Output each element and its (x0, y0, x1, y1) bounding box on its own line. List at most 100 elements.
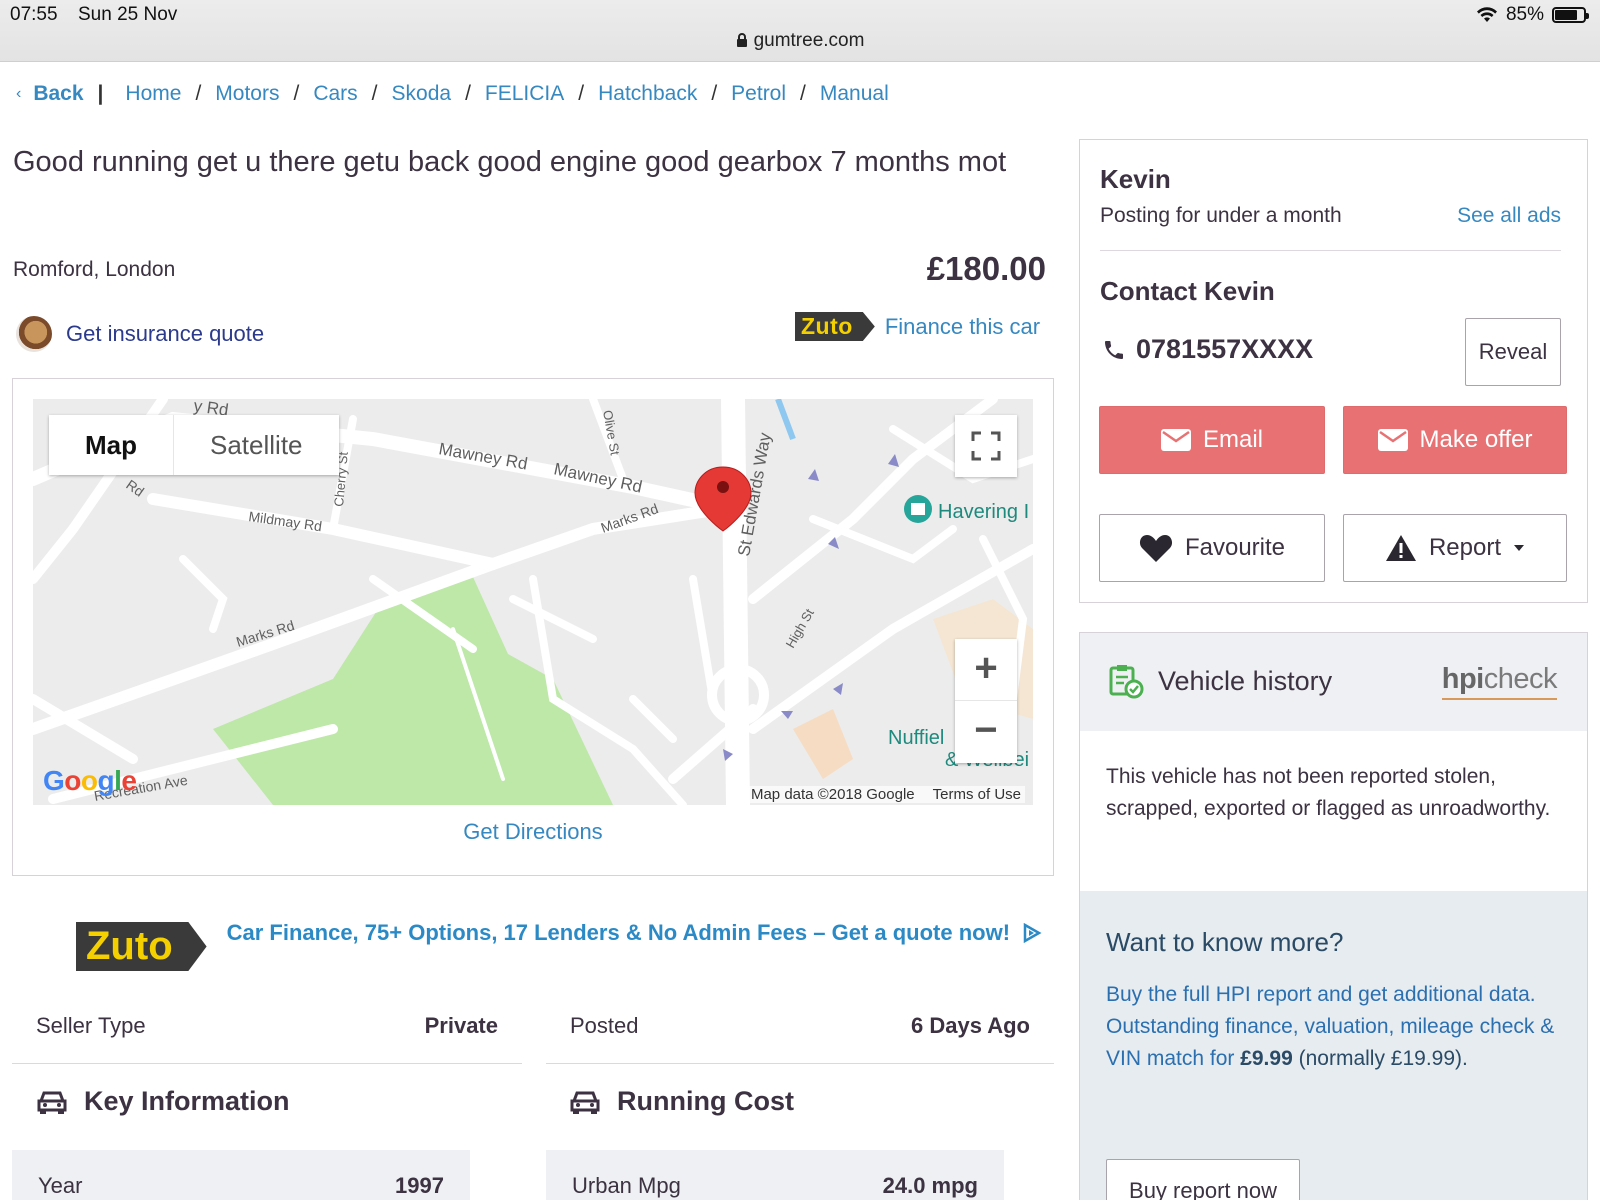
envelope-icon (1160, 429, 1191, 451)
car-icon (37, 1091, 67, 1114)
url-text: gumtree.com (753, 30, 865, 51)
key-info-row: Year 1997 (12, 1150, 470, 1200)
status-bar: 07:55 Sun 25 Nov 85% gumtree.com (0, 0, 1600, 62)
get-directions-link[interactable]: Get Directions (13, 819, 1053, 845)
breadcrumb-separator: / (195, 82, 202, 105)
report-button[interactable]: Report (1343, 514, 1567, 582)
key-information-title: Key Information (84, 1086, 290, 1116)
favourite-button[interactable]: Favourite (1099, 514, 1325, 582)
buy-report-button[interactable]: Buy report now (1106, 1159, 1300, 1200)
breadcrumb-petrol[interactable]: Petrol (731, 82, 786, 106)
map-poi-nuffield: Nuffiel (888, 727, 944, 749)
posted-label: Posted (570, 1013, 639, 1038)
breadcrumb-motors[interactable]: Motors (215, 82, 279, 106)
battery-icon (1552, 7, 1589, 23)
seller-name: Kevin (1100, 164, 1171, 194)
vehicle-history-card: Vehicle history hpicheck This vehicle ha… (1079, 632, 1588, 1200)
hpi-upsell-line-2: Outstanding finance, valuation, mileage … (1106, 1011, 1556, 1075)
breadcrumb-separator: / (800, 82, 806, 105)
hpi-upsell-text: Buy the full HPI report and get addition… (1106, 979, 1556, 1075)
url-bar[interactable]: gumtree.com (0, 30, 1600, 52)
zuto-finance-banner[interactable]: Zuto Car Finance, 75+ Options, 17 Lender… (76, 920, 1043, 971)
map-type-toggle: Map Satellite (49, 415, 339, 475)
seller-type-label: Seller Type (36, 1013, 146, 1038)
google-map[interactable]: Mawney Rd Mawney Rd Mildmay Rd Marks Rd … (33, 399, 1033, 805)
envelope-icon (1377, 429, 1408, 451)
make-offer-button-label: Make offer (1419, 426, 1533, 453)
hpi-check-logo: hpicheck (1441, 663, 1558, 700)
running-cost-heading: Running Cost (569, 1086, 794, 1117)
running-cost-label: Urban Mpg (572, 1173, 681, 1198)
zuto-logo: Zuto (795, 312, 875, 341)
zoom-out-button[interactable]: − (955, 701, 1017, 763)
seller-type-row: Seller Type Private (12, 1000, 522, 1064)
zuto-banner-logo: Zuto (76, 922, 207, 971)
zoom-in-button[interactable]: + (955, 639, 1017, 701)
breadcrumb: ‹ Back | Home / Motors / Cars / Skoda / FELI… (16, 82, 889, 106)
phone-number: 0781557XXXX (1102, 334, 1313, 365)
map-data-credit: Map data ©2018 Google (750, 786, 915, 803)
breadcrumb-pipe: | (97, 82, 104, 105)
breadcrumb-separator: / (293, 82, 300, 105)
finance-this-car-label: Finance this car (884, 313, 1041, 339)
zoom-controls: + − (955, 639, 1017, 763)
breadcrumb-cars[interactable]: Cars (313, 82, 357, 106)
reveal-phone-button[interactable]: Reveal (1465, 318, 1561, 386)
warning-icon (1385, 535, 1416, 561)
finance-this-car-link[interactable]: Zuto Finance this car (795, 312, 1040, 341)
hpi-logo-light: check (1483, 663, 1558, 695)
make-offer-button[interactable]: Make offer (1343, 406, 1567, 474)
posted-value: 6 Days Ago (910, 1013, 1030, 1038)
google-logo: Google (43, 765, 137, 796)
clipboard-check-icon (1109, 665, 1144, 699)
running-cost-row: Urban Mpg 24.0 mpg (546, 1150, 1004, 1200)
status-time: 07:55 (10, 4, 58, 25)
map-tab[interactable]: Map (49, 415, 173, 475)
contact-title: Contact Kevin (1100, 276, 1275, 306)
breadcrumb-home[interactable]: Home (125, 82, 181, 106)
posted-row: Posted 6 Days Ago (546, 1000, 1054, 1064)
hpi-logo-bold: hpi (1441, 663, 1485, 695)
breadcrumb-manual[interactable]: Manual (820, 82, 889, 106)
car-icon (570, 1091, 600, 1114)
adchoices-icon (1023, 922, 1042, 943)
fullscreen-icon (971, 431, 1001, 461)
listing-title: Good running get u there getu back good … (13, 146, 1007, 178)
breadcrumb-hatchback[interactable]: Hatchback (598, 82, 697, 106)
map-poi-havering: Havering I (938, 501, 1029, 523)
lock-icon (736, 33, 747, 47)
insurance-quote-label: Get insurance quote (66, 321, 265, 346)
breadcrumb-felicia[interactable]: FELICIA (485, 82, 564, 106)
zuto-banner-text: Car Finance, 75+ Options, 17 Lenders & N… (227, 920, 1043, 946)
seller-posting-duration: Posting for under a month (1100, 204, 1342, 227)
vehicle-history-status: This vehicle has not been reported stole… (1106, 765, 1551, 820)
meerkat-avatar-icon (16, 316, 52, 352)
report-button-label: Report (1428, 534, 1502, 561)
running-cost-value: 24.0 mpg (882, 1173, 978, 1198)
zuto-banner-copy: Car Finance, 75+ Options, 17 Lenders & N… (226, 919, 1011, 945)
vehicle-history-header: Vehicle history hpicheck (1080, 633, 1587, 731)
breadcrumb-skoda[interactable]: Skoda (392, 82, 452, 106)
hpi-upsell-line-1: Buy the full HPI report and get addition… (1106, 983, 1536, 1006)
map-attribution: Map data ©2018 Google Terms of Use (746, 786, 1025, 803)
key-info-label: Year (38, 1173, 83, 1198)
email-button[interactable]: Email (1099, 406, 1325, 474)
insurance-quote-link[interactable]: Get insurance quote (16, 316, 264, 352)
back-link[interactable]: Back (33, 82, 83, 106)
breadcrumb-separator: / (578, 82, 585, 105)
fullscreen-button[interactable] (955, 415, 1017, 477)
listing-price: £180.00 (926, 250, 1046, 287)
status-right: 85% (1476, 4, 1589, 26)
vehicle-history-title: Vehicle history (1158, 665, 1333, 696)
hpi-upsell: Want to know more? Buy the full HPI repo… (1080, 891, 1587, 1200)
see-all-ads-link[interactable]: See all ads (1457, 204, 1561, 228)
caret-down-icon (1514, 545, 1525, 551)
favourite-button-label: Favourite (1184, 534, 1286, 561)
satellite-tab[interactable]: Satellite (173, 415, 339, 475)
hpi-upsell-title: Want to know more? (1106, 927, 1344, 957)
wifi-icon (1476, 7, 1497, 22)
seller-type-value: Private (424, 1013, 498, 1038)
hpi-upsell-line-2b: (normally £19.99). (1292, 1047, 1468, 1070)
terms-of-use-link[interactable]: Terms of Use (933, 786, 1021, 803)
breadcrumb-separator: / (465, 82, 471, 105)
